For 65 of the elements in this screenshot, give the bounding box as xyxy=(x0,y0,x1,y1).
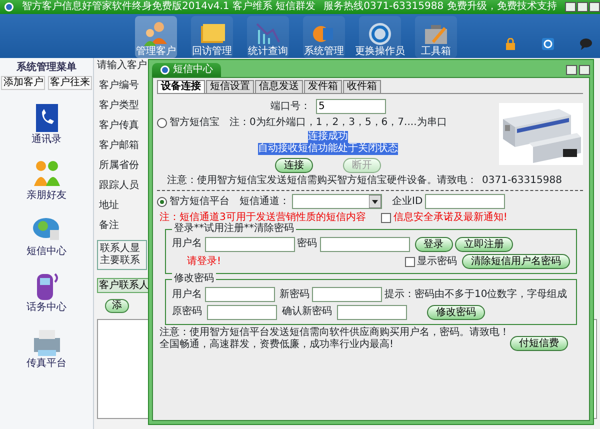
password-hint: 提示：密码由不多于10位数字，字母组成 xyxy=(384,288,568,300)
channel-note: 注：短信通道3可用于发送营销性质的短信内容 xyxy=(160,212,366,222)
checkbox-label: 信息安全承诺及最新通知! xyxy=(393,212,508,224)
note-text: 全国畅通，高速群发，资费低廉，成功率行业内最高! xyxy=(160,339,395,351)
checkbox-label: 显示密码 xyxy=(417,256,457,268)
button[interactable]: 立即注册 xyxy=(455,236,513,252)
hotline-text: 服务热线0371-63315988 免费升级，免费技术支持 xyxy=(324,1,557,13)
old-password-label: 原密码 xyxy=(172,306,202,318)
search-label: 请输入客户 xyxy=(97,60,147,72)
button[interactable]: 连接 xyxy=(275,158,313,172)
group-label: 联系人显 xyxy=(100,243,141,254)
dialog-title: 短信中心 xyxy=(173,64,213,76)
field-label: 备注 xyxy=(99,220,119,232)
sidebar-button[interactable]: 客户往来 xyxy=(48,76,92,90)
field-label: 地址 xyxy=(99,200,119,212)
field-label: 跟踪人员 xyxy=(99,180,139,192)
contacts-tab[interactable]: 客户联系人 xyxy=(97,278,151,293)
sidebar-item[interactable]: 通讯录 xyxy=(30,102,64,146)
port-field[interactable]: 5 xyxy=(316,99,386,114)
radio-label: 智方短信宝 xyxy=(170,116,220,128)
button[interactable]: 清除短信用户名密码 xyxy=(462,254,570,269)
password-label: 密码 xyxy=(297,238,317,250)
toolbar-button[interactable]: 系统管理 xyxy=(303,16,345,58)
field-label: 所属省份 xyxy=(99,160,139,172)
channel-label: 短信通道： xyxy=(240,196,290,208)
toolbar-button[interactable]: 工具箱 xyxy=(415,16,457,58)
radio-label: 智方短信平台 xyxy=(170,196,230,208)
phone-number: 0371-63315988 xyxy=(482,175,562,187)
tab[interactable]: 发件箱 xyxy=(304,80,342,93)
port-note: 注：0为红外端口，1，2，3，5，6，7....为串口 xyxy=(230,116,447,128)
sidebar-item[interactable]: 短信中心 xyxy=(26,214,66,258)
field-label: 客户邮箱 xyxy=(99,140,139,152)
sidebar-item[interactable]: 话务中心 xyxy=(26,270,66,314)
login-status: 请登录! xyxy=(187,256,222,268)
sidebar-item[interactable]: 亲朋好友 xyxy=(26,158,66,202)
tab[interactable]: 信息发送 xyxy=(255,80,303,93)
field-label: 客户类型 xyxy=(99,100,139,112)
device-note: 注意：使用智方短信宝发送短信需购买智方短信宝硬件设备。请致电： xyxy=(167,175,477,187)
group-title: 登录**试用注册**清除密码 xyxy=(172,222,296,234)
tab[interactable]: 收件箱 xyxy=(343,80,381,93)
tab[interactable]: 短信设置 xyxy=(206,80,254,93)
toolbar-button[interactable]: 回访管理 xyxy=(191,16,233,58)
status-text: 连接成功 xyxy=(308,131,348,143)
toolbar-button[interactable]: 统计查询 xyxy=(247,16,289,58)
status-text: 自动接收短信功能处于关闭状态 xyxy=(258,143,398,155)
button[interactable]: 修改密码 xyxy=(427,304,485,320)
button[interactable]: 付短信费 xyxy=(510,336,568,351)
group-title: 修改密码 xyxy=(172,273,216,285)
window-title: 智方客户信息好管家软件终身免费版2014v4.1 客户维系 短信群发 xyxy=(22,1,316,13)
sidebar-button[interactable]: 添加客户 xyxy=(1,76,46,90)
username-label: 用户名 xyxy=(172,288,202,300)
confirm-password-label: 确认新密码 xyxy=(282,306,332,318)
username-label: 用户名 xyxy=(172,238,202,250)
button[interactable]: 登录 xyxy=(414,236,452,252)
company-id-label: 企业ID xyxy=(392,196,423,208)
sidebar-item[interactable]: 传真平台 xyxy=(26,326,66,370)
add-button[interactable]: 添 xyxy=(105,299,129,313)
note-text: 注意：使用智方短信平台发送短信需向软件供应商购买用户名，密码。请致电！ xyxy=(160,327,510,338)
sidebar-title: 系统管理菜单 xyxy=(16,62,76,74)
field-label: 客户编号 xyxy=(99,80,139,92)
field-label: 客户传真 xyxy=(99,120,139,132)
tab[interactable]: 设备连接 xyxy=(157,80,205,93)
new-password-label: 新密码 xyxy=(280,288,310,300)
port-label: 端口号： xyxy=(270,100,310,112)
group-label: 主要联系 xyxy=(100,255,141,267)
